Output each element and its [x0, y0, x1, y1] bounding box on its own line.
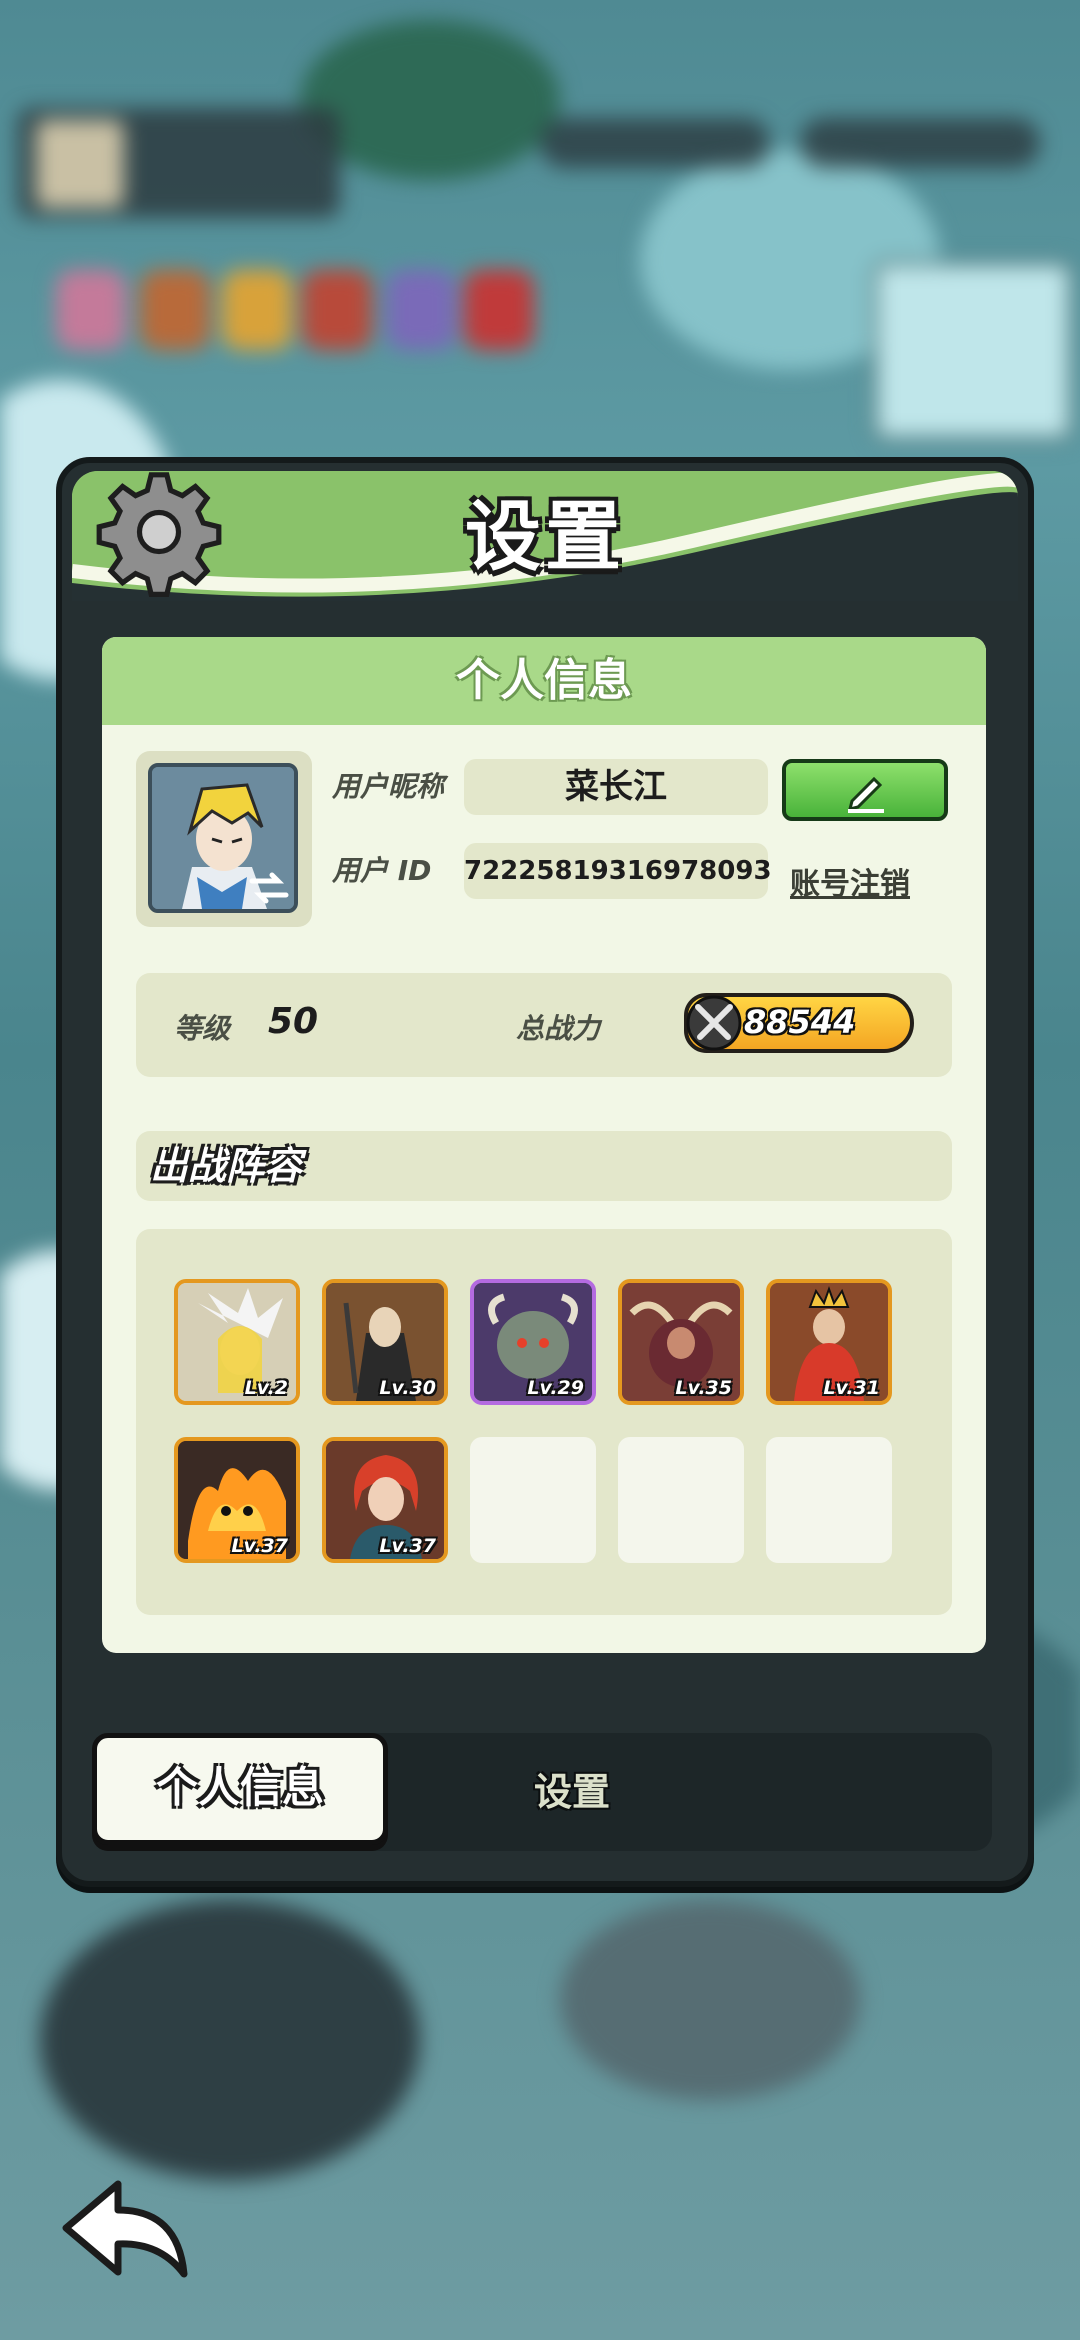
pencil-icon [847, 776, 884, 813]
nickname-label: 用户昵称 [332, 770, 445, 803]
power-value: 88544 [744, 1003, 856, 1041]
lineup-grid: Lv.2 Lv.30 Lv.29 Lv.35 Lv.31 Lv.37 Lv.37 [136, 1229, 952, 1615]
hero-slot-7[interactable]: Lv.37 [322, 1437, 448, 1563]
panel-title: 个人信息 [102, 637, 986, 725]
settings-dialog: 设置 个人信息 用户昵称 菜长江 用户 ID 72225819316978093… [56, 457, 1034, 1887]
hero-slot-3[interactable]: Lv.29 [470, 1279, 596, 1405]
hero-level: Lv.37 [379, 1535, 436, 1557]
hero-slot-4[interactable]: Lv.35 [618, 1279, 744, 1405]
back-arrow-icon[interactable] [56, 2176, 196, 2286]
level-label: 等级 [174, 1012, 231, 1045]
edit-nickname-button[interactable] [782, 759, 948, 821]
account-cancel-link[interactable]: 账号注销 [790, 859, 910, 903]
hero-level: Lv.30 [379, 1377, 436, 1399]
user-id-field: 72225819316978093 [464, 843, 772, 899]
avatar[interactable] [148, 763, 298, 913]
swap-arrows-icon[interactable] [248, 871, 290, 905]
hero-level: Lv.35 [675, 1377, 732, 1399]
avatar-frame[interactable] [136, 751, 312, 927]
hero-level: Lv.31 [823, 1377, 880, 1399]
profile-panel: 个人信息 用户昵称 菜长江 用户 ID 72225819316978093 账号… [102, 637, 986, 1653]
tab-profile[interactable]: 个人信息 [92, 1733, 388, 1845]
power-badge: 88544 [684, 993, 914, 1053]
hero-level: Lv.37 [231, 1535, 288, 1557]
level-value: 50 [268, 1001, 319, 1042]
hero-slot-1[interactable]: Lv.2 [174, 1279, 300, 1405]
hero-slot-6[interactable]: Lv.37 [174, 1437, 300, 1563]
power-label: 总战力 [516, 1012, 601, 1045]
hero-level: Lv.2 [244, 1377, 288, 1399]
tab-bar: 个人信息 设置 [92, 1733, 992, 1851]
hero-slot-5[interactable]: Lv.31 [766, 1279, 892, 1405]
tab-settings[interactable]: 设置 [442, 1733, 702, 1851]
dialog-title: 设置 [465, 492, 625, 581]
empty-slot-3[interactable] [766, 1437, 892, 1563]
empty-slot-2[interactable] [618, 1437, 744, 1563]
empty-slot-1[interactable] [470, 1437, 596, 1563]
hero-slot-2[interactable]: Lv.30 [322, 1279, 448, 1405]
stats-row: 等级 50 总战力 88544 [136, 973, 952, 1077]
user-id-label: 用户 ID [332, 854, 432, 887]
nickname-field: 菜长江 [464, 759, 768, 815]
hero-level: Lv.29 [527, 1377, 584, 1399]
crossed-swords-icon [686, 995, 742, 1051]
lineup-title: 出战阵容 [136, 1131, 952, 1201]
